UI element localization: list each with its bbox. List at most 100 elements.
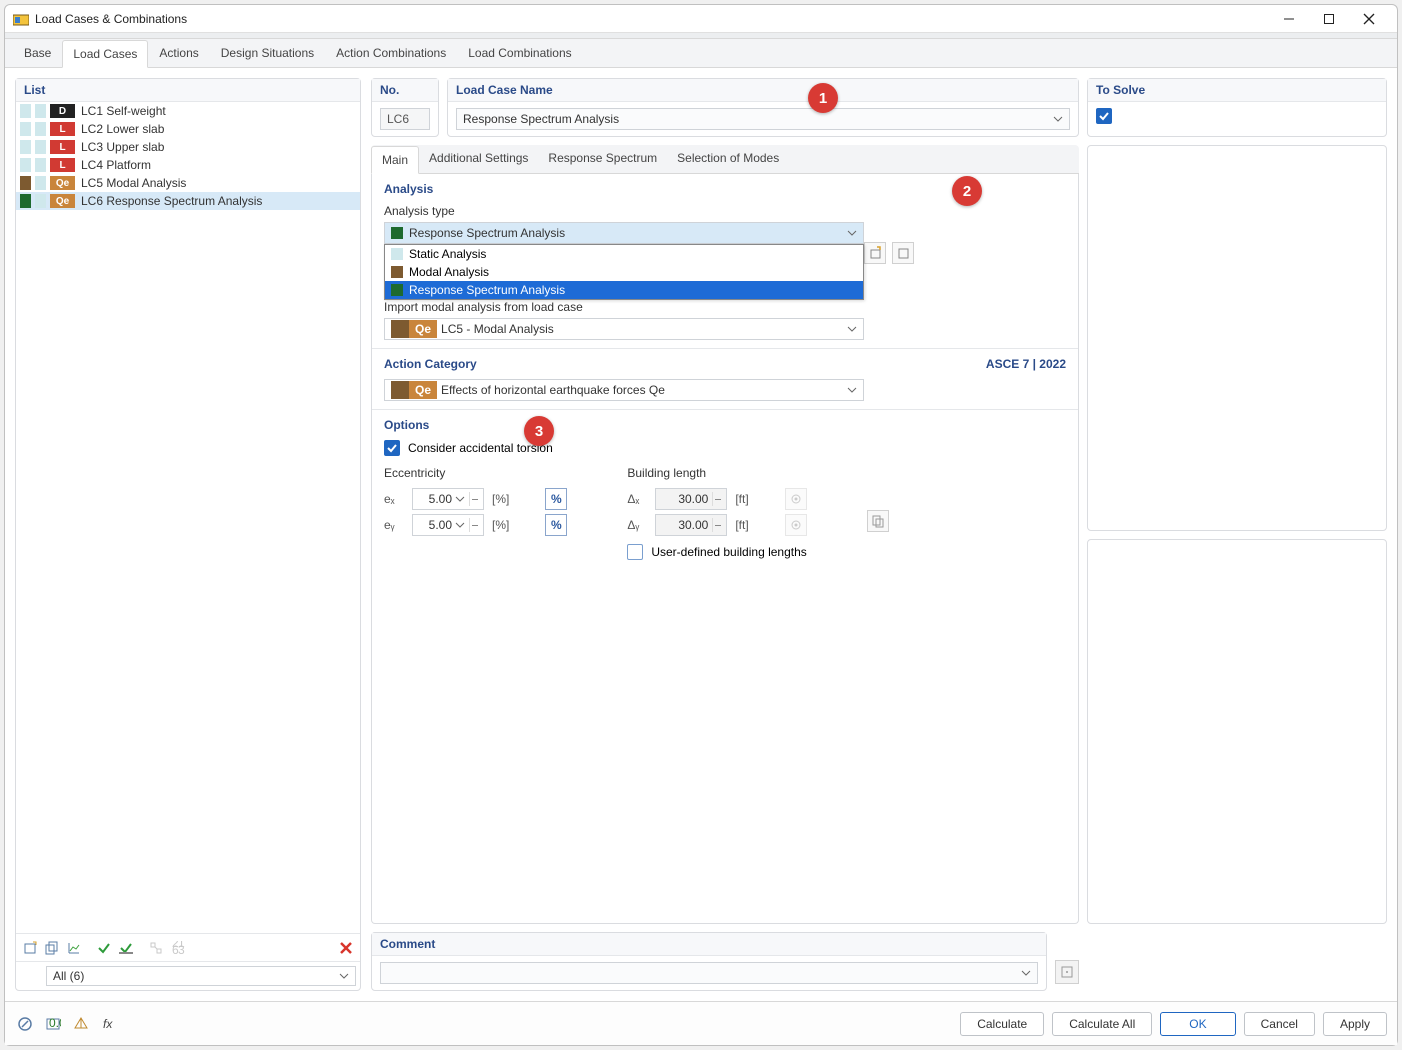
ecc-header: Eccentricity — [384, 466, 567, 480]
analysis-type-dropdown[interactable]: Response Spectrum Analysis Static Analys… — [384, 222, 1066, 244]
comment-edit-icon[interactable] — [1055, 960, 1079, 984]
length-gear-icon[interactable] — [785, 488, 807, 510]
subtab-main[interactable]: Main — [371, 146, 419, 174]
percent-button[interactable]: % — [545, 488, 567, 510]
chevron-down-icon — [847, 228, 857, 238]
titlebar: Load Cases & Combinations — [5, 5, 1397, 33]
copy-lengths-icon[interactable] — [867, 510, 889, 532]
name-select[interactable]: Response Spectrum Analysis — [456, 108, 1070, 130]
name-card: Load Case Name Response Spectrum Analysi… — [447, 78, 1079, 137]
chevron-down-icon — [847, 385, 857, 395]
cancel-button[interactable]: Cancel — [1244, 1012, 1315, 1036]
preview-top — [1087, 145, 1387, 531]
list-item[interactable]: DLC1 Self-weight — [16, 102, 360, 120]
chevron-down-icon — [847, 324, 857, 334]
comment-header: Comment — [372, 933, 1046, 956]
copy-icon[interactable] — [42, 938, 62, 958]
list-panel: List DLC1 Self-weightLLC2 Lower slabLLC3… — [15, 78, 361, 991]
import-select[interactable]: Qe LC5 - Modal Analysis — [384, 318, 864, 340]
new-settings-icon[interactable] — [864, 242, 886, 264]
tab-action-combinations[interactable]: Action Combinations — [325, 39, 457, 67]
bl-header: Building length — [627, 466, 806, 480]
no-input[interactable]: LC6 — [380, 108, 430, 130]
subtabs: MainAdditional SettingsResponse Spectrum… — [371, 145, 1079, 174]
chevron-down-icon — [1021, 968, 1031, 978]
list-item[interactable]: QeLC5 Modal Analysis — [16, 174, 360, 192]
torsion-checkbox[interactable] — [384, 440, 400, 456]
tab-base[interactable]: Base — [13, 39, 62, 67]
list-filter: All (6) — [16, 961, 360, 990]
chart-icon[interactable] — [64, 938, 84, 958]
svg-text:3: 3 — [178, 943, 185, 955]
ud-lengths-label: User-defined building lengths — [651, 545, 806, 559]
ok-button[interactable]: OK — [1160, 1012, 1235, 1036]
ecc-spinner[interactable]: 5.00 — [412, 488, 484, 510]
ecc-spinner[interactable]: 5.00 — [412, 514, 484, 536]
analysis-type-option[interactable]: Static Analysis — [385, 245, 863, 263]
comment-input[interactable] — [380, 962, 1038, 984]
analysis-type-option[interactable]: Response Spectrum Analysis — [385, 281, 863, 299]
solve-checkbox[interactable] — [1096, 108, 1112, 124]
no-label: No. — [372, 79, 438, 102]
new-icon[interactable] — [20, 938, 40, 958]
tab-load-combinations[interactable]: Load Combinations — [457, 39, 582, 67]
minimize-button[interactable] — [1269, 7, 1309, 31]
dialog-window: Load Cases & Combinations BaseLoad Cases… — [4, 4, 1398, 1046]
solve-card: To Solve — [1087, 78, 1387, 137]
list-header: List — [16, 79, 360, 102]
percent-button[interactable]: % — [545, 514, 567, 536]
delete-icon[interactable] — [336, 938, 356, 958]
window-title: Load Cases & Combinations — [35, 12, 187, 26]
calculate-button[interactable]: Calculate — [960, 1012, 1044, 1036]
subtab-additional-settings[interactable]: Additional Settings — [419, 145, 538, 173]
dialog-footer: 0.00 fx Calculate Calculate All OK Cance… — [5, 1001, 1397, 1045]
no-card: No. LC6 — [371, 78, 439, 137]
link-icon[interactable] — [146, 938, 166, 958]
list-item[interactable]: QeLC6 Response Spectrum Analysis — [16, 192, 360, 210]
tab-load-cases[interactable]: Load Cases — [62, 40, 148, 68]
open-settings-icon[interactable] — [892, 242, 914, 264]
length-gear-icon[interactable] — [785, 514, 807, 536]
action-cat-header: Action Category ASCE 7 | 2022 — [384, 357, 1066, 371]
fx-icon[interactable]: fx — [99, 1014, 119, 1034]
main-body: Analysis Analysis type Response Spectrum… — [371, 174, 1079, 924]
app-icon — [13, 11, 29, 27]
maximize-button[interactable] — [1309, 7, 1349, 31]
list-toolbar: 2163 — [16, 933, 360, 961]
tab-actions[interactable]: Actions — [148, 39, 209, 67]
svg-text:fx: fx — [103, 1017, 113, 1031]
help-icon[interactable] — [15, 1014, 35, 1034]
subtab-selection-of-modes[interactable]: Selection of Modes — [667, 145, 789, 173]
chevron-down-icon — [339, 971, 349, 981]
ud-lengths-checkbox[interactable] — [627, 544, 643, 560]
list-item[interactable]: LLC3 Upper slab — [16, 138, 360, 156]
analysis-type-options[interactable]: Static AnalysisModal AnalysisResponse Sp… — [384, 244, 864, 300]
subtab-response-spectrum[interactable]: Response Spectrum — [538, 145, 667, 173]
svg-text:0.00: 0.00 — [49, 1016, 61, 1030]
load-case-list[interactable]: DLC1 Self-weightLLC2 Lower slabLLC3 Uppe… — [16, 102, 360, 933]
close-button[interactable] — [1349, 7, 1389, 31]
analysis-type-option[interactable]: Modal Analysis — [385, 263, 863, 281]
solve-label: To Solve — [1088, 79, 1386, 102]
comment-card: Comment — [371, 932, 1047, 991]
import-label: Import modal analysis from load case — [384, 300, 1066, 314]
calculate-all-button[interactable]: Calculate All — [1052, 1012, 1152, 1036]
length-spinner[interactable]: 30.00 — [655, 514, 727, 536]
callout-1: 1 — [808, 83, 838, 113]
list-item[interactable]: LLC2 Lower slab — [16, 120, 360, 138]
callout-2: 2 — [952, 176, 982, 206]
main-tabs: BaseLoad CasesActionsDesign SituationsAc… — [5, 39, 1397, 68]
units-icon[interactable]: 0.00 — [43, 1014, 63, 1034]
tab-design-situations[interactable]: Design Situations — [210, 39, 325, 67]
apply-button[interactable]: Apply — [1323, 1012, 1387, 1036]
analysis-type-select[interactable]: Response Spectrum Analysis — [384, 222, 864, 244]
check-green2-icon[interactable] — [116, 938, 136, 958]
check-green-icon[interactable] — [94, 938, 114, 958]
length-spinner[interactable]: 30.00 — [655, 488, 727, 510]
number-icon[interactable]: 2163 — [168, 938, 188, 958]
model-icon[interactable] — [71, 1014, 91, 1034]
action-cat-select[interactable]: Qe Effects of horizontal earthquake forc… — [384, 379, 864, 401]
list-item[interactable]: LLC4 Platform — [16, 156, 360, 174]
analysis-type-label: Analysis type — [384, 204, 1066, 218]
filter-select[interactable]: All (6) — [46, 966, 356, 986]
